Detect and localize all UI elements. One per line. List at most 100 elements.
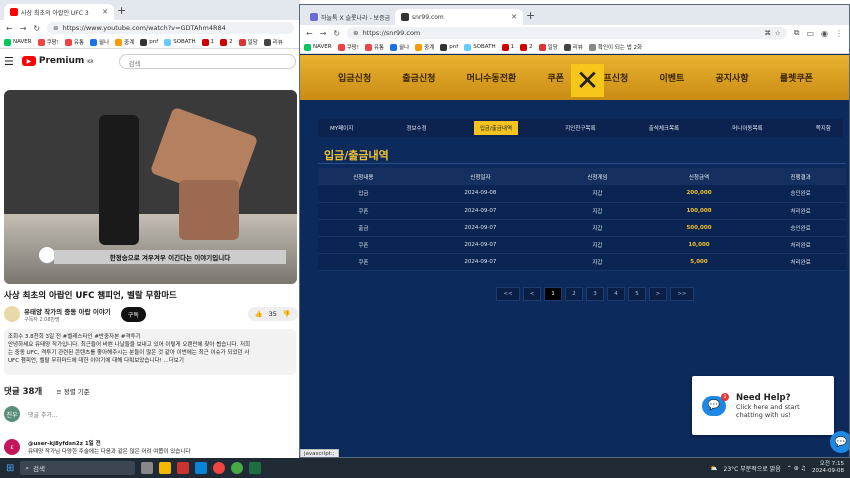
bookmark-item[interactable]: 일당: [238, 38, 258, 46]
nav-item[interactable]: 출금신청: [402, 71, 435, 84]
mypage-tab[interactable]: 쪽지함: [810, 121, 837, 135]
address-bar[interactable]: ⊜ https://snr99.com ⌘ ☆: [347, 27, 787, 39]
chrome-icon[interactable]: [213, 462, 226, 474]
bookmark-item[interactable]: 유통: [364, 43, 384, 51]
page-button[interactable]: 1: [544, 287, 562, 301]
bookmark-item[interactable]: pnf: [440, 43, 458, 51]
forward-icon[interactable]: →: [320, 29, 327, 38]
reload-icon[interactable]: ↻: [33, 24, 40, 33]
close-popup-icon[interactable]: ✕: [571, 64, 604, 97]
mypage-tab[interactable]: MY페이지: [324, 121, 359, 135]
bookmark-item[interactable]: 유통: [64, 38, 84, 46]
new-tab-button[interactable]: +: [526, 9, 535, 22]
bookmark-icon: [201, 38, 209, 46]
search-input[interactable]: 검색: [119, 53, 296, 69]
help-chat-popup[interactable]: 💬 1 Need Help? Click here and start chatt…: [692, 376, 834, 435]
extensions-icon[interactable]: ⧉: [794, 28, 800, 38]
mypage-tab[interactable]: 지인친구목록: [559, 121, 601, 135]
bookmark-item[interactable]: NAVER: [4, 38, 32, 46]
page-button[interactable]: 5: [628, 287, 646, 301]
bookmark-item[interactable]: pnf: [140, 38, 158, 46]
close-icon[interactable]: ✕: [102, 8, 108, 16]
back-icon[interactable]: ←: [6, 24, 13, 33]
video-description[interactable]: 조회수 3.8천회 3일 전 #벨레스타인 #반중자본 #격투기 안녕하세요 유…: [4, 329, 296, 375]
bookmark-label: 쿠팡!: [46, 40, 59, 46]
subscribe-button[interactable]: 구독: [120, 306, 146, 322]
page-button[interactable]: >>: [670, 287, 694, 301]
bookmark-item[interactable]: 쉴나: [90, 38, 109, 46]
page-button[interactable]: 4: [607, 287, 625, 301]
menu-icon[interactable]: ☰: [4, 55, 14, 68]
channel-name[interactable]: 유태양 작가의 중동 아랍 이야기: [24, 306, 111, 316]
more-menu-icon[interactable]: ⋮: [835, 29, 843, 38]
mypage-tab[interactable]: 정보수정: [400, 121, 432, 135]
task-view-icon[interactable]: [141, 462, 154, 474]
bookmark-item[interactable]: 리뷰: [563, 43, 583, 51]
address-bar[interactable]: ⊜ https://www.youtube.com/watch?v=GDTAhm…: [47, 22, 294, 34]
reload-icon[interactable]: ↻: [333, 29, 340, 38]
mypage-tab[interactable]: 출석체크목록: [643, 121, 685, 135]
nav-item[interactable]: 룰렛쿠폰: [780, 71, 813, 84]
bookmark-item[interactable]: 2: [220, 38, 233, 46]
chrome-icon-2[interactable]: [231, 462, 244, 474]
chat-launcher-icon[interactable]: 💬: [830, 431, 849, 453]
bookmark-item[interactable]: SOBATH: [464, 43, 496, 51]
page-button[interactable]: 3: [586, 287, 604, 301]
translate-icon[interactable]: ⌘: [764, 29, 771, 37]
nav-item[interactable]: 머니수동전환: [467, 71, 517, 84]
bookmark-item[interactable]: 1: [501, 43, 514, 51]
desc-line: UFC 챔피언, 벨랄 무하마드에 대한 이야기에 대해 다뤄보았습니다! ..…: [8, 358, 184, 364]
bookmark-item[interactable]: 일당: [538, 43, 558, 51]
thumbs-down-icon[interactable]: 👎: [283, 310, 291, 318]
nav-item[interactable]: 쿠폰: [547, 71, 564, 84]
like-button[interactable]: 👍 35 👎: [247, 307, 298, 321]
split-view-icon[interactable]: ▭: [806, 29, 814, 38]
bookmark-item[interactable]: 중계: [115, 38, 134, 46]
close-icon[interactable]: ✕: [511, 13, 517, 21]
bookmark-item[interactable]: 쿠팡!: [337, 43, 359, 51]
network-icon[interactable]: ⌃ ⊛ ♫: [787, 465, 806, 472]
bookmark-item[interactable]: 1: [201, 38, 214, 46]
back-icon[interactable]: ←: [306, 29, 313, 38]
column-header: 신청게임: [552, 168, 643, 185]
bookmark-item[interactable]: 쿠팡!: [37, 38, 59, 46]
file-explorer-icon[interactable]: [159, 462, 172, 474]
tab-snr99[interactable]: snr99.com ✕: [395, 9, 523, 25]
windows-start-icon[interactable]: ⊞: [6, 463, 14, 474]
clock[interactable]: 오전 7:15 2024-09-08: [812, 461, 844, 475]
tab-haneultalk[interactable]: 하늘톡 X 슬롯나라 - 보증금 2% ✕: [304, 9, 392, 25]
mypage-tab[interactable]: 머니이동목록: [726, 121, 768, 135]
nav-item[interactable]: 공지사항: [716, 71, 749, 84]
bookmark-item[interactable]: 리뷰: [263, 38, 283, 46]
page-button[interactable]: >: [649, 287, 667, 301]
excel-icon[interactable]: [249, 462, 262, 474]
nav-item[interactable]: 입금신청: [338, 71, 371, 84]
page-button[interactable]: <<: [496, 287, 520, 301]
bookmark-item[interactable]: SOBATH: [164, 38, 196, 46]
weather-text[interactable]: 23°C 부분적으로 맑음: [724, 464, 781, 473]
add-comment-input[interactable]: 댓글 추가...: [28, 410, 58, 419]
star-icon[interactable]: ☆: [775, 29, 781, 37]
sort-button[interactable]: ≡ 정렬 기준: [56, 386, 90, 396]
tab-youtube[interactable]: 사상 최초의 아랍인 UFC 3 ✕: [4, 4, 114, 20]
channel-avatar[interactable]: [4, 306, 20, 322]
youtube-logo[interactable]: ▶ Premium KR: [21, 56, 93, 66]
app-icon[interactable]: [177, 462, 190, 474]
bookmark-item[interactable]: 확인이 되는 법 2화: [588, 43, 642, 51]
nav-item[interactable]: 이벤트: [659, 71, 684, 84]
page-button[interactable]: 2: [565, 287, 583, 301]
mypage-tab[interactable]: 입금/출금내역: [473, 121, 519, 135]
new-tab-button[interactable]: +: [117, 4, 126, 17]
edge-icon[interactable]: [195, 462, 208, 474]
bookmark-item[interactable]: NAVER: [304, 43, 332, 51]
bookmark-item[interactable]: 쉴나: [390, 43, 409, 51]
taskbar-search[interactable]: ⌕ 검색: [20, 461, 136, 475]
forward-icon[interactable]: →: [20, 24, 27, 33]
video-player[interactable]: 한정승으로 겨우겨우 이긴다는 이야기입니다: [4, 90, 297, 284]
commenter-name[interactable]: @user-kj8yfdsn2z 1일 전: [28, 439, 190, 447]
bookmark-item[interactable]: 2: [520, 43, 533, 51]
bookmark-item[interactable]: 중계: [415, 43, 434, 51]
page-button[interactable]: <: [523, 287, 541, 301]
add-comment-row[interactable]: 진우 댓글 추가...: [4, 406, 294, 422]
profile-icon[interactable]: ◉: [821, 29, 828, 38]
